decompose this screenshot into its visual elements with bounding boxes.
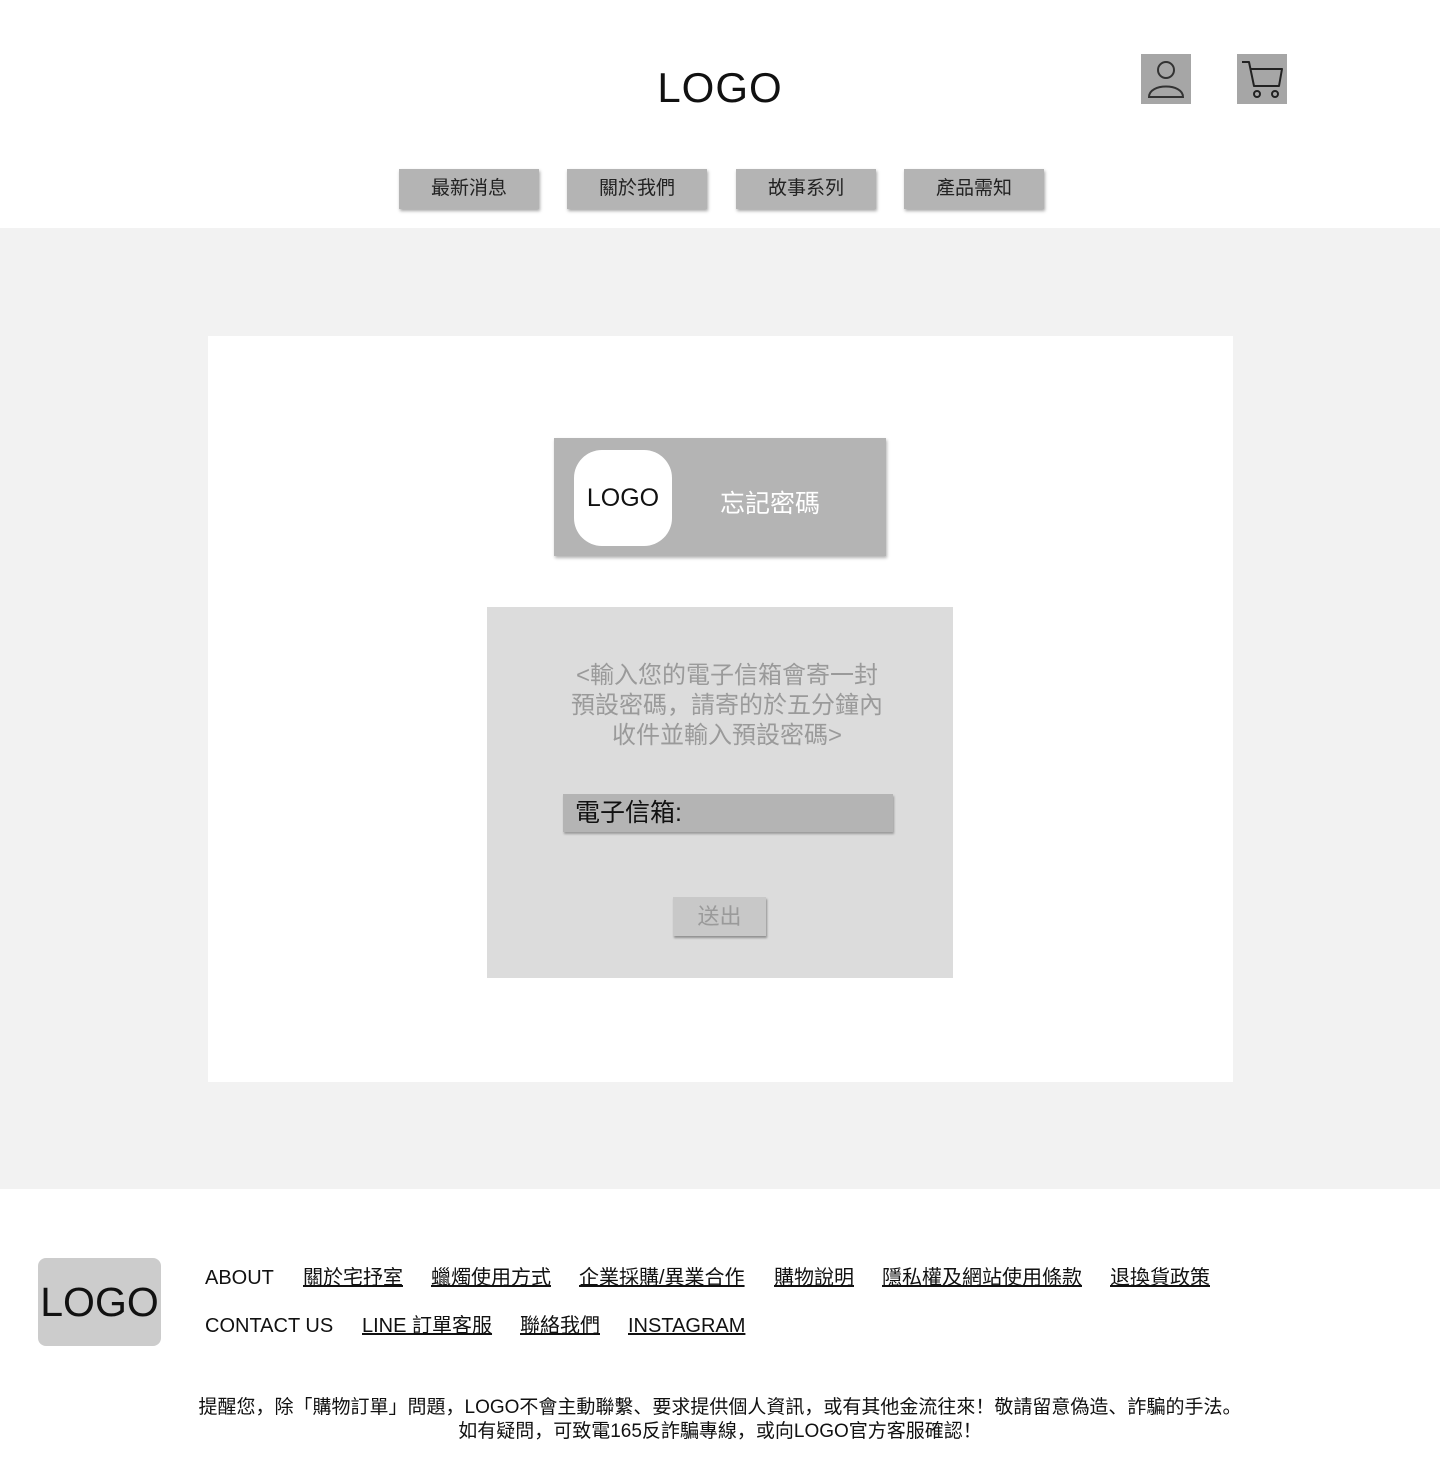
site-footer: LOGO ABOUT 關於宅抒室 蠟燭使用方式 企業採購/異業合作 購物說明 隱… [0,1189,1440,1465]
instructions-line: 收件並輸入預設密碼> [611,722,842,749]
footer-link-instagram[interactable]: INSTAGRAM [628,1314,745,1338]
title-logo: LOGO [574,450,672,546]
cart-icon [1239,56,1285,102]
footer-logo[interactable]: LOGO [38,1258,161,1346]
title-banner: LOGO 忘記密碼 [554,438,886,556]
footer-about-heading: ABOUT [205,1267,274,1289]
submit-button[interactable]: 送出 [673,897,766,936]
main-background: LOGO 忘記密碼 <輸入您的電子信箱會寄一封 預設密碼，請寄的於五分鐘內 收件… [0,228,1440,1189]
footer-link-privacy[interactable]: 隱私權及網站使用條款 [882,1266,1082,1290]
instructions-line: <輸入您的電子信箱會寄一封 [575,662,878,689]
footer-link-return-policy[interactable]: 退換貨政策 [1110,1266,1210,1290]
footer-link-contact[interactable]: 聯絡我們 [520,1314,600,1338]
footer-link-shopping-guide[interactable]: 購物說明 [774,1266,854,1290]
email-field[interactable]: 電子信箱: [563,794,893,832]
email-label: 電子信箱: [575,799,682,827]
main-nav: 最新消息 關於我們 故事系列 產品需知 [0,169,1440,209]
nav-about-us[interactable]: 關於我們 [567,169,707,209]
instructions-line: 預設密碼，請寄的於五分鐘內 [571,692,883,719]
forgot-password-card: LOGO 忘記密碼 <輸入您的電子信箱會寄一封 預設密碼，請寄的於五分鐘內 收件… [208,336,1233,1082]
site-logo[interactable]: LOGO [620,64,820,112]
footer-link-about-store[interactable]: 關於宅抒室 [303,1266,403,1290]
footer-link-corporate[interactable]: 企業採購/異業合作 [579,1266,745,1290]
notice-line: 提醒您，除「購物訂單」問題，LOGO不會主動聯繫、要求提供個人資訊，或有其他金流… [198,1397,1242,1418]
nav-latest-news[interactable]: 最新消息 [399,169,539,209]
page-title: 忘記密碼 [720,490,821,518]
site-header: LOGO 最新消息 關於我們 故事系列 產品需知 [0,0,1440,228]
user-account-button[interactable] [1141,54,1191,104]
footer-contact-heading: CONTACT US [205,1315,334,1337]
nav-story-series[interactable]: 故事系列 [736,169,876,209]
user-icon [1144,57,1188,101]
instructions-text: <輸入您的電子信箱會寄一封 預設密碼，請寄的於五分鐘內 收件並輸入預設密碼> [547,661,907,751]
cart-button[interactable] [1237,54,1287,104]
fraud-notice: 提醒您，除「購物訂單」問題，LOGO不會主動聯繫、要求提供個人資訊，或有其他金流… [0,1396,1440,1444]
notice-line: 如有疑問，可致電165反詐騙專線，或向LOGO官方客服確認！ [458,1421,982,1442]
footer-link-candle-usage[interactable]: 蠟燭使用方式 [431,1266,551,1290]
footer-link-line[interactable]: LINE 訂單客服 [362,1314,492,1338]
forgot-password-form: <輸入您的電子信箱會寄一封 預設密碼，請寄的於五分鐘內 收件並輸入預設密碼> 電… [487,607,953,978]
nav-product-info[interactable]: 產品需知 [904,169,1044,209]
